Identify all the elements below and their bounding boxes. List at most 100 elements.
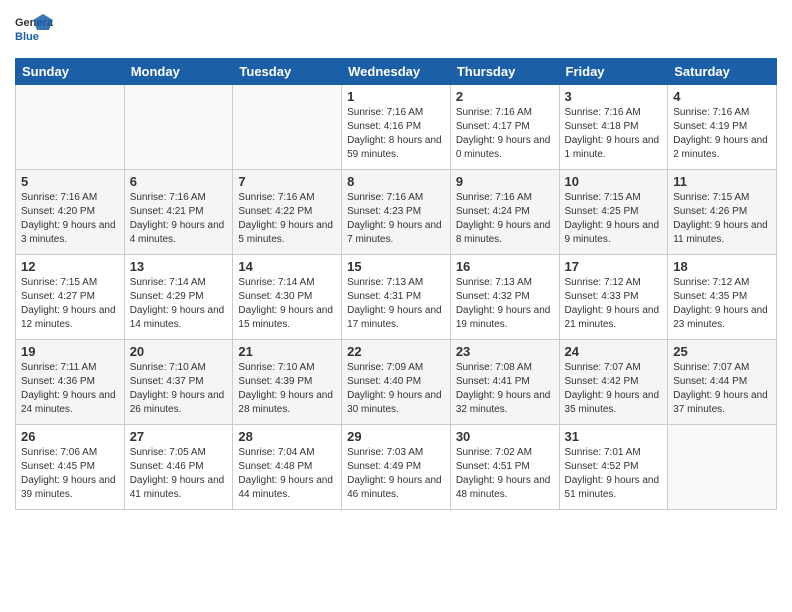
day-number: 18 <box>673 259 771 274</box>
day-number: 7 <box>238 174 336 189</box>
day-info: Sunrise: 7:03 AMSunset: 4:49 PMDaylight:… <box>347 446 445 502</box>
calendar-cell: 30Sunrise: 7:02 AMSunset: 4:51 PMDayligh… <box>450 425 559 510</box>
header-sunday: Sunday <box>16 59 125 85</box>
day-info: Sunrise: 7:13 AMSunset: 4:32 PMDaylight:… <box>456 276 554 332</box>
calendar-cell: 25 Sunrise: 7:07 AMSunset: 4:44 PMDayligh… <box>668 340 777 425</box>
day-info: Sunrise: 7:15 AMSunset: 4:25 PMDaylight:… <box>565 191 663 247</box>
calendar-cell <box>233 85 342 170</box>
week-row-1: 1 Sunrise: 7:16 AMSunset: 4:16 PMDaylight… <box>16 85 777 170</box>
calendar-cell <box>124 85 233 170</box>
day-info: Sunrise: 7:16 AMSunset: 4:22 PMDaylight:… <box>238 191 336 247</box>
day-number: 29 <box>347 429 445 444</box>
week-row-2: 5 Sunrise: 7:16 AMSunset: 4:20 PMDaylight… <box>16 170 777 255</box>
day-info: Sunrise: 7:16 AMSunset: 4:24 PMDaylight:… <box>456 191 554 247</box>
day-number: 4 <box>673 89 771 104</box>
header-tuesday: Tuesday <box>233 59 342 85</box>
calendar-cell: 12 Sunrise: 7:15 AMSunset: 4:27 PMDayligh… <box>16 255 125 340</box>
calendar-cell: 1 Sunrise: 7:16 AMSunset: 4:16 PMDaylight… <box>342 85 451 170</box>
calendar-cell: 8 Sunrise: 7:16 AMSunset: 4:23 PMDaylight… <box>342 170 451 255</box>
day-number: 19 <box>21 344 119 359</box>
day-number: 10 <box>565 174 663 189</box>
calendar-cell: 27 Sunrise: 7:05 AMSunset: 4:46 PMDayligh… <box>124 425 233 510</box>
day-number: 2 <box>456 89 554 104</box>
day-number: 15 <box>347 259 445 274</box>
calendar-cell: 5 Sunrise: 7:16 AMSunset: 4:20 PMDaylight… <box>16 170 125 255</box>
day-number: 28 <box>238 429 336 444</box>
day-number: 5 <box>21 174 119 189</box>
calendar-cell: 16 Sunrise: 7:13 AMSunset: 4:32 PMDayligh… <box>450 255 559 340</box>
week-row-5: 26Sunrise: 7:06 AMSunset: 4:45 PMDayligh… <box>16 425 777 510</box>
day-number: 17 <box>565 259 663 274</box>
calendar-cell: 9 Sunrise: 7:16 AMSunset: 4:24 PMDaylight… <box>450 170 559 255</box>
header-saturday: Saturday <box>668 59 777 85</box>
day-info: Sunrise: 7:11 AMSunset: 4:36 PMDaylight:… <box>21 361 119 417</box>
day-number: 27 <box>130 429 228 444</box>
day-info: Sunrise: 7:15 AMSunset: 4:27 PMDaylight:… <box>21 276 119 332</box>
calendar-cell: 20Sunrise: 7:10 AMSunset: 4:37 PMDayligh… <box>124 340 233 425</box>
day-info: Sunrise: 7:12 AMSunset: 4:33 PMDaylight:… <box>565 276 663 332</box>
day-info: Sunrise: 7:10 AMSunset: 4:39 PMDaylight:… <box>238 361 336 417</box>
calendar-cell: 11Sunrise: 7:15 AMSunset: 4:26 PMDayligh… <box>668 170 777 255</box>
header-friday: Friday <box>559 59 668 85</box>
day-info: Sunrise: 7:05 AMSunset: 4:46 PMDaylight:… <box>130 446 228 502</box>
calendar-cell: 22 Sunrise: 7:09 AMSunset: 4:40 PMDayligh… <box>342 340 451 425</box>
day-number: 3 <box>565 89 663 104</box>
day-number: 6 <box>130 174 228 189</box>
header-wednesday: Wednesday <box>342 59 451 85</box>
day-number: 31 <box>565 429 663 444</box>
calendar-cell: 21 Sunrise: 7:10 AMSunset: 4:39 PMDayligh… <box>233 340 342 425</box>
day-number: 24 <box>565 344 663 359</box>
day-info: Sunrise: 7:16 AMSunset: 4:21 PMDaylight:… <box>130 191 228 247</box>
header-thursday: Thursday <box>450 59 559 85</box>
day-number: 8 <box>347 174 445 189</box>
week-row-4: 19 Sunrise: 7:11 AMSunset: 4:36 PMDayligh… <box>16 340 777 425</box>
calendar-cell: 18 Sunrise: 7:12 AMSunset: 4:35 PMDayligh… <box>668 255 777 340</box>
day-info: Sunrise: 7:14 AMSunset: 4:30 PMDaylight:… <box>238 276 336 332</box>
day-info: Sunrise: 7:16 AMSunset: 4:20 PMDaylight:… <box>21 191 119 247</box>
calendar-cell: 10 Sunrise: 7:15 AMSunset: 4:25 PMDayligh… <box>559 170 668 255</box>
day-number: 11 <box>673 174 771 189</box>
logo-svg: General Blue <box>15 10 53 48</box>
day-number: 16 <box>456 259 554 274</box>
day-number: 12 <box>21 259 119 274</box>
calendar-cell: 24 Sunrise: 7:07 AMSunset: 4:42 PMDayligh… <box>559 340 668 425</box>
day-number: 20 <box>130 344 228 359</box>
calendar-cell: 26Sunrise: 7:06 AMSunset: 4:45 PMDayligh… <box>16 425 125 510</box>
calendar-cell: 14Sunrise: 7:14 AMSunset: 4:30 PMDayligh… <box>233 255 342 340</box>
day-info: Sunrise: 7:16 AMSunset: 4:16 PMDaylight:… <box>347 106 445 162</box>
day-info: Sunrise: 7:16 AMSunset: 4:23 PMDaylight:… <box>347 191 445 247</box>
day-info: Sunrise: 7:09 AMSunset: 4:40 PMDaylight:… <box>347 361 445 417</box>
calendar-cell <box>16 85 125 170</box>
calendar-cell <box>668 425 777 510</box>
calendar-cell: 19 Sunrise: 7:11 AMSunset: 4:36 PMDayligh… <box>16 340 125 425</box>
day-info: Sunrise: 7:16 AMSunset: 4:19 PMDaylight:… <box>673 106 771 162</box>
day-info: Sunrise: 7:07 AMSunset: 4:44 PMDaylight:… <box>673 361 771 417</box>
calendar-cell: 7 Sunrise: 7:16 AMSunset: 4:22 PMDaylight… <box>233 170 342 255</box>
day-number: 21 <box>238 344 336 359</box>
calendar-cell: 13 Sunrise: 7:14 AMSunset: 4:29 PMDayligh… <box>124 255 233 340</box>
calendar-table: SundayMondayTuesdayWednesdayThursdayFrid… <box>15 58 777 510</box>
day-info: Sunrise: 7:08 AMSunset: 4:41 PMDaylight:… <box>456 361 554 417</box>
day-number: 26 <box>21 429 119 444</box>
day-info: Sunrise: 7:04 AMSunset: 4:48 PMDaylight:… <box>238 446 336 502</box>
day-info: Sunrise: 7:12 AMSunset: 4:35 PMDaylight:… <box>673 276 771 332</box>
day-number: 13 <box>130 259 228 274</box>
calendar-cell: 2 Sunrise: 7:16 AMSunset: 4:17 PMDaylight… <box>450 85 559 170</box>
calendar-cell: 23 Sunrise: 7:08 AMSunset: 4:41 PMDayligh… <box>450 340 559 425</box>
header-monday: Monday <box>124 59 233 85</box>
day-info: Sunrise: 7:16 AMSunset: 4:17 PMDaylight:… <box>456 106 554 162</box>
logo: General Blue <box>15 10 53 48</box>
calendar-cell: 3Sunrise: 7:16 AMSunset: 4:18 PMDaylight… <box>559 85 668 170</box>
day-info: Sunrise: 7:14 AMSunset: 4:29 PMDaylight:… <box>130 276 228 332</box>
day-number: 9 <box>456 174 554 189</box>
calendar-cell: 29 Sunrise: 7:03 AMSunset: 4:49 PMDayligh… <box>342 425 451 510</box>
day-info: Sunrise: 7:13 AMSunset: 4:31 PMDaylight:… <box>347 276 445 332</box>
day-number: 25 <box>673 344 771 359</box>
day-number: 1 <box>347 89 445 104</box>
day-number: 23 <box>456 344 554 359</box>
day-info: Sunrise: 7:07 AMSunset: 4:42 PMDaylight:… <box>565 361 663 417</box>
day-number: 22 <box>347 344 445 359</box>
day-info: Sunrise: 7:02 AMSunset: 4:51 PMDaylight:… <box>456 446 554 502</box>
calendar-cell: 4 Sunrise: 7:16 AMSunset: 4:19 PMDaylight… <box>668 85 777 170</box>
calendar-cell: 15 Sunrise: 7:13 AMSunset: 4:31 PMDayligh… <box>342 255 451 340</box>
